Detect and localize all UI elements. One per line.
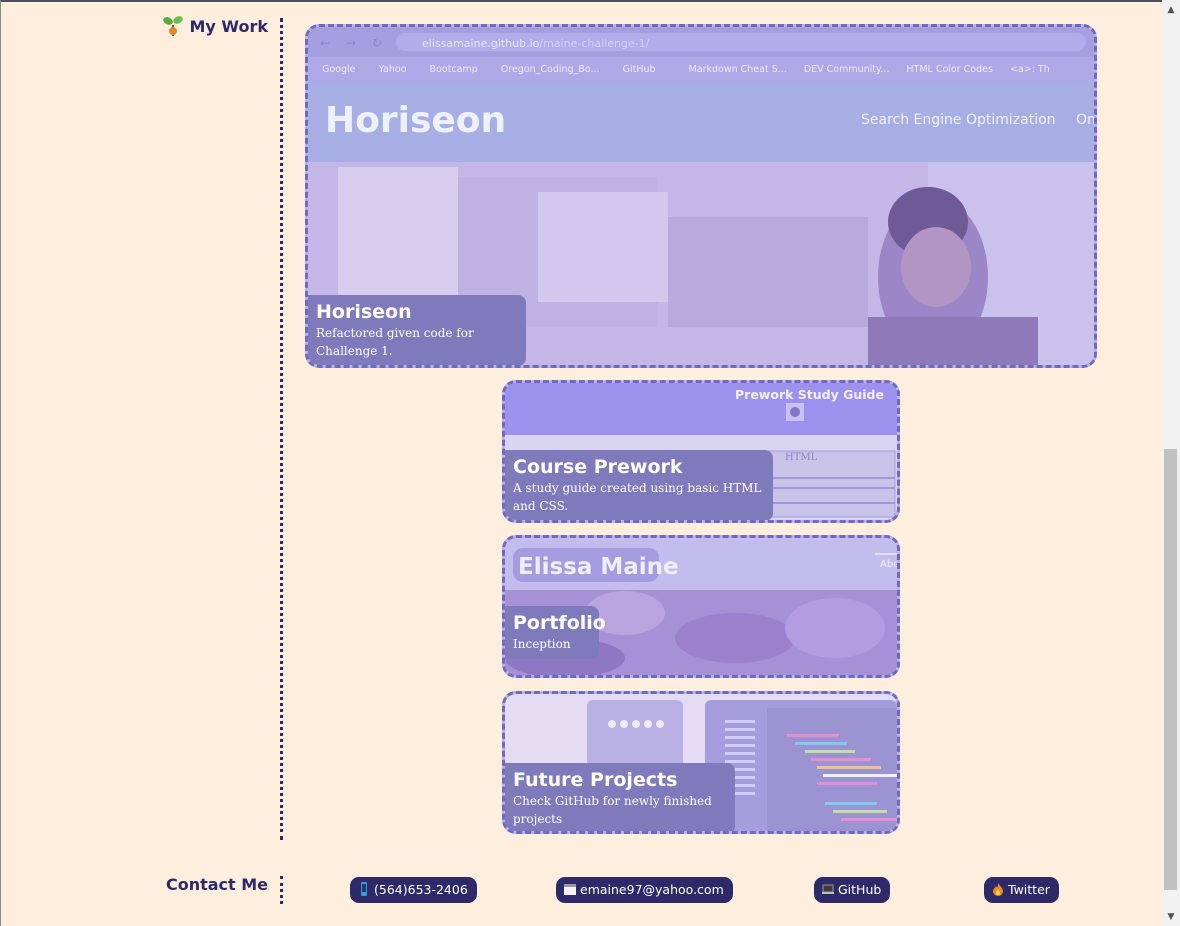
project-description: Check GitHub for newly finished projects bbox=[513, 794, 712, 826]
screenshot-nav-item: Onli bbox=[1076, 112, 1096, 128]
bookmark-item: Yahoo bbox=[378, 64, 407, 75]
fire-icon bbox=[992, 879, 1004, 896]
url-host: elissamaine.github.io bbox=[422, 37, 540, 50]
project-title: Course Prework bbox=[513, 456, 683, 478]
screenshot-site-title: Prework Study Guide bbox=[735, 387, 884, 402]
screenshot-nav: Search Engine Optimization Onli bbox=[861, 112, 1096, 128]
project-title: Horiseon bbox=[316, 301, 412, 323]
screenshot-section-heading: HTML bbox=[785, 452, 818, 463]
project-caption: Portfolio Inception bbox=[505, 606, 606, 659]
project-caption: Course Prework A study guide created usi… bbox=[505, 450, 773, 520]
window-left-border bbox=[0, 0, 1, 926]
bookmark-bar: Google Yahoo Bootcamp Oregon_Coding_Bo..… bbox=[322, 64, 1050, 75]
project-caption: Horiseon Refactored given code for Chall… bbox=[308, 295, 526, 365]
vertical-scrollbar[interactable]: ▲ ▼ bbox=[1162, 0, 1180, 926]
contact-label: (564)653-2406 bbox=[374, 882, 468, 897]
section-divider bbox=[280, 18, 283, 840]
screenshot-site-title: Horiseon bbox=[325, 100, 507, 141]
seedling-icon bbox=[163, 15, 184, 37]
project-caption: Future Projects Check GitHub for newly f… bbox=[505, 763, 735, 831]
project-card-portfolio[interactable]: Elissa Maine Abc Portfolio Inception bbox=[502, 535, 900, 678]
url-path: /maine-challenge-1/ bbox=[539, 37, 650, 50]
contact-label: GitHub bbox=[838, 882, 882, 897]
section-divider bbox=[280, 876, 283, 904]
project-description: A study guide created using basic HTML a… bbox=[513, 481, 762, 513]
section-title-my-work: My Work bbox=[163, 15, 268, 37]
svg-text:→: → bbox=[346, 36, 356, 50]
project-title: Portfolio bbox=[513, 612, 606, 634]
bookmark-item: GitHub bbox=[622, 64, 656, 75]
bookmark-item: Oregon_Coding_Bo... bbox=[500, 64, 600, 75]
project-card-course-prework[interactable]: Prework Study Guide HTML Course Prework … bbox=[502, 380, 900, 523]
bookmark-item: Google bbox=[322, 64, 356, 75]
contact-email-link[interactable]: emaine97@yahoo.com bbox=[556, 877, 733, 903]
bookmark-item: Bootcamp bbox=[429, 64, 478, 75]
svg-text:↻: ↻ bbox=[372, 36, 382, 50]
project-card-future-projects[interactable]: Future Projects Check GitHub for newly f… bbox=[502, 691, 900, 834]
calendar-icon bbox=[564, 879, 576, 895]
project-title: Future Projects bbox=[513, 769, 678, 791]
section-title-contact-me: Contact Me bbox=[165, 875, 268, 894]
project-description: Inception bbox=[513, 637, 571, 651]
project-description: Refactored given code for Challenge 1. bbox=[316, 326, 474, 358]
phone-icon bbox=[358, 879, 370, 896]
contact-label: Twitter bbox=[1008, 882, 1050, 897]
window-top-border bbox=[0, 0, 1162, 2]
url-bar-text: elissamaine.github.io/maine-challenge-1/ bbox=[422, 37, 649, 50]
scrollbar-thumb[interactable] bbox=[1164, 449, 1177, 890]
screenshot-site-title: Elissa Maine bbox=[518, 554, 679, 580]
contact-github-link[interactable]: GitHub bbox=[814, 877, 891, 903]
contact-phone-link[interactable]: (564)653-2406 bbox=[350, 877, 477, 903]
scroll-up-icon[interactable]: ▲ bbox=[1162, 2, 1180, 19]
project-card-horiseon[interactable]: ← → ↻ elissamaine.github.io/maine-challe… bbox=[305, 24, 1097, 368]
bookmark-item: Markdown Cheat S... bbox=[688, 64, 787, 75]
contact-twitter-link[interactable]: Twitter bbox=[984, 877, 1059, 903]
section-title-text: My Work bbox=[189, 17, 268, 36]
screenshot-nav-item: Abc bbox=[880, 559, 899, 570]
svg-text:←: ← bbox=[320, 36, 330, 50]
screenshot-nav-item: Search Engine Optimization bbox=[861, 112, 1056, 128]
contact-label: emaine97@yahoo.com bbox=[580, 882, 724, 897]
laptop-icon bbox=[822, 879, 834, 894]
bookmark-item: HTML Color Codes bbox=[906, 64, 993, 75]
scroll-down-icon[interactable]: ▼ bbox=[1162, 909, 1180, 926]
bookmark-item: <a>: Th bbox=[1009, 64, 1050, 75]
bookmark-item: DEV Community... bbox=[803, 64, 890, 75]
